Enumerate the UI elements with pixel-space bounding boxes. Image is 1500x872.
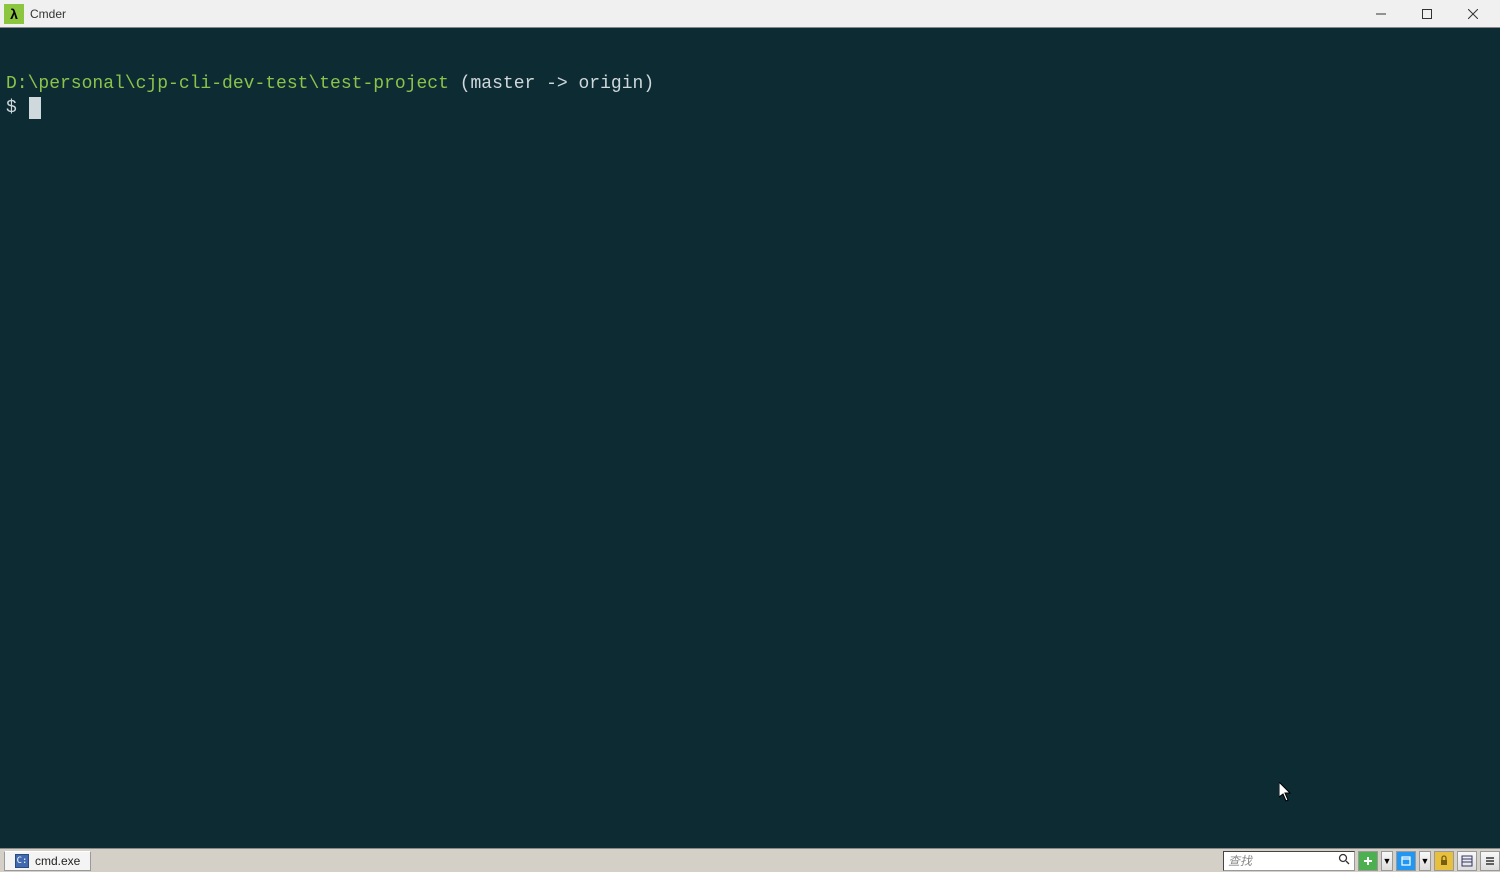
prompt-line-1: D:\personal\cjp-cli-dev-test\test-projec… xyxy=(6,72,1494,96)
new-tab-button[interactable] xyxy=(1358,851,1378,871)
window-config-button[interactable] xyxy=(1396,851,1416,871)
title-bar: λ Cmder xyxy=(0,0,1500,28)
settings-button[interactable] xyxy=(1457,851,1477,871)
cmder-icon: λ xyxy=(4,4,24,24)
search-icon[interactable] xyxy=(1338,853,1350,868)
menu-button[interactable] xyxy=(1480,851,1500,871)
new-tab-dropdown[interactable]: ▼ xyxy=(1381,851,1393,871)
lock-button[interactable] xyxy=(1434,851,1454,871)
prompt-path: D:\personal\cjp-cli-dev-test\test-projec… xyxy=(6,74,449,94)
window-title: Cmder xyxy=(30,7,1358,21)
search-placeholder: 查找 xyxy=(1228,852,1252,869)
prompt-symbol: $ xyxy=(6,96,17,120)
search-input[interactable]: 查找 xyxy=(1223,851,1355,871)
window-controls xyxy=(1358,0,1496,28)
prompt-branch: (master -> origin) xyxy=(460,74,654,94)
tab-label: cmd.exe xyxy=(35,854,80,868)
status-bar: C: cmd.exe 查找 ▼ ▼ xyxy=(0,848,1500,872)
cmd-icon: C: xyxy=(15,854,29,868)
maximize-button[interactable] xyxy=(1404,0,1450,28)
minimize-button[interactable] xyxy=(1358,0,1404,28)
close-button[interactable] xyxy=(1450,0,1496,28)
window-config-dropdown[interactable]: ▼ xyxy=(1419,851,1431,871)
terminal[interactable]: D:\personal\cjp-cli-dev-test\test-projec… xyxy=(0,28,1500,848)
tab-cmd-exe[interactable]: C: cmd.exe xyxy=(4,851,91,871)
prompt-line-2: $ xyxy=(6,96,1494,120)
terminal-cursor xyxy=(29,97,41,119)
